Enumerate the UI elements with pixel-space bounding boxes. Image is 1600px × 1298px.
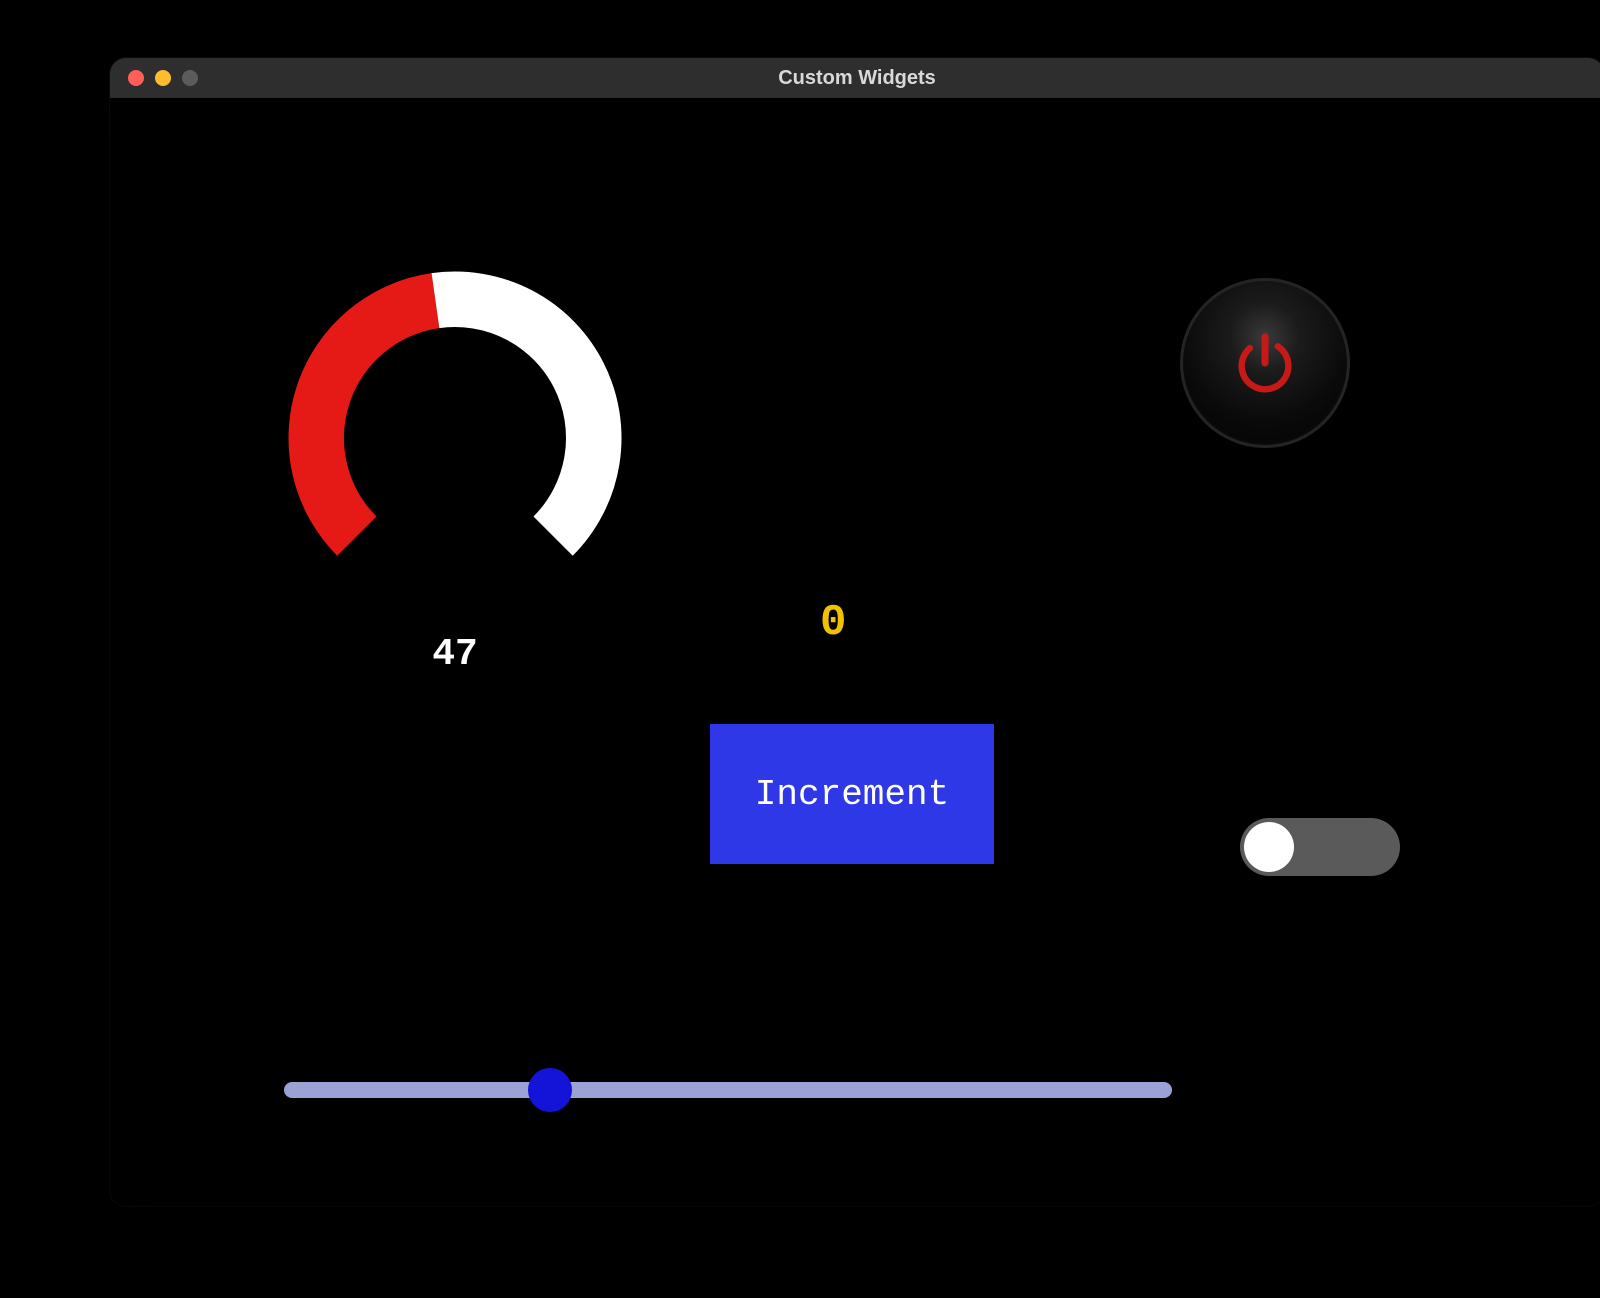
increment-button[interactable]: Increment bbox=[710, 724, 994, 864]
app-window: Custom Widgets 47 0 Increment bbox=[110, 58, 1600, 1206]
window-title: Custom Widgets bbox=[110, 67, 1600, 90]
gauge-arc bbox=[270, 253, 640, 623]
minimize-window-button[interactable] bbox=[155, 70, 171, 86]
close-window-button[interactable] bbox=[128, 70, 144, 86]
toggle-knob bbox=[1244, 822, 1294, 872]
counter-value-label: 0 bbox=[820, 598, 846, 648]
gauge-value-label: 47 bbox=[270, 633, 640, 676]
window-controls bbox=[128, 70, 198, 86]
power-button[interactable] bbox=[1180, 278, 1350, 448]
slider-thumb[interactable] bbox=[528, 1068, 572, 1112]
increment-button-label: Increment bbox=[755, 774, 949, 815]
zoom-window-button[interactable] bbox=[182, 70, 198, 86]
slider-track[interactable] bbox=[284, 1082, 1172, 1098]
toggle-switch[interactable] bbox=[1240, 818, 1400, 876]
content-area: 47 0 Increment bbox=[110, 98, 1600, 1206]
gauge: 47 bbox=[270, 253, 640, 623]
power-icon bbox=[1230, 328, 1300, 398]
titlebar: Custom Widgets bbox=[110, 58, 1600, 98]
